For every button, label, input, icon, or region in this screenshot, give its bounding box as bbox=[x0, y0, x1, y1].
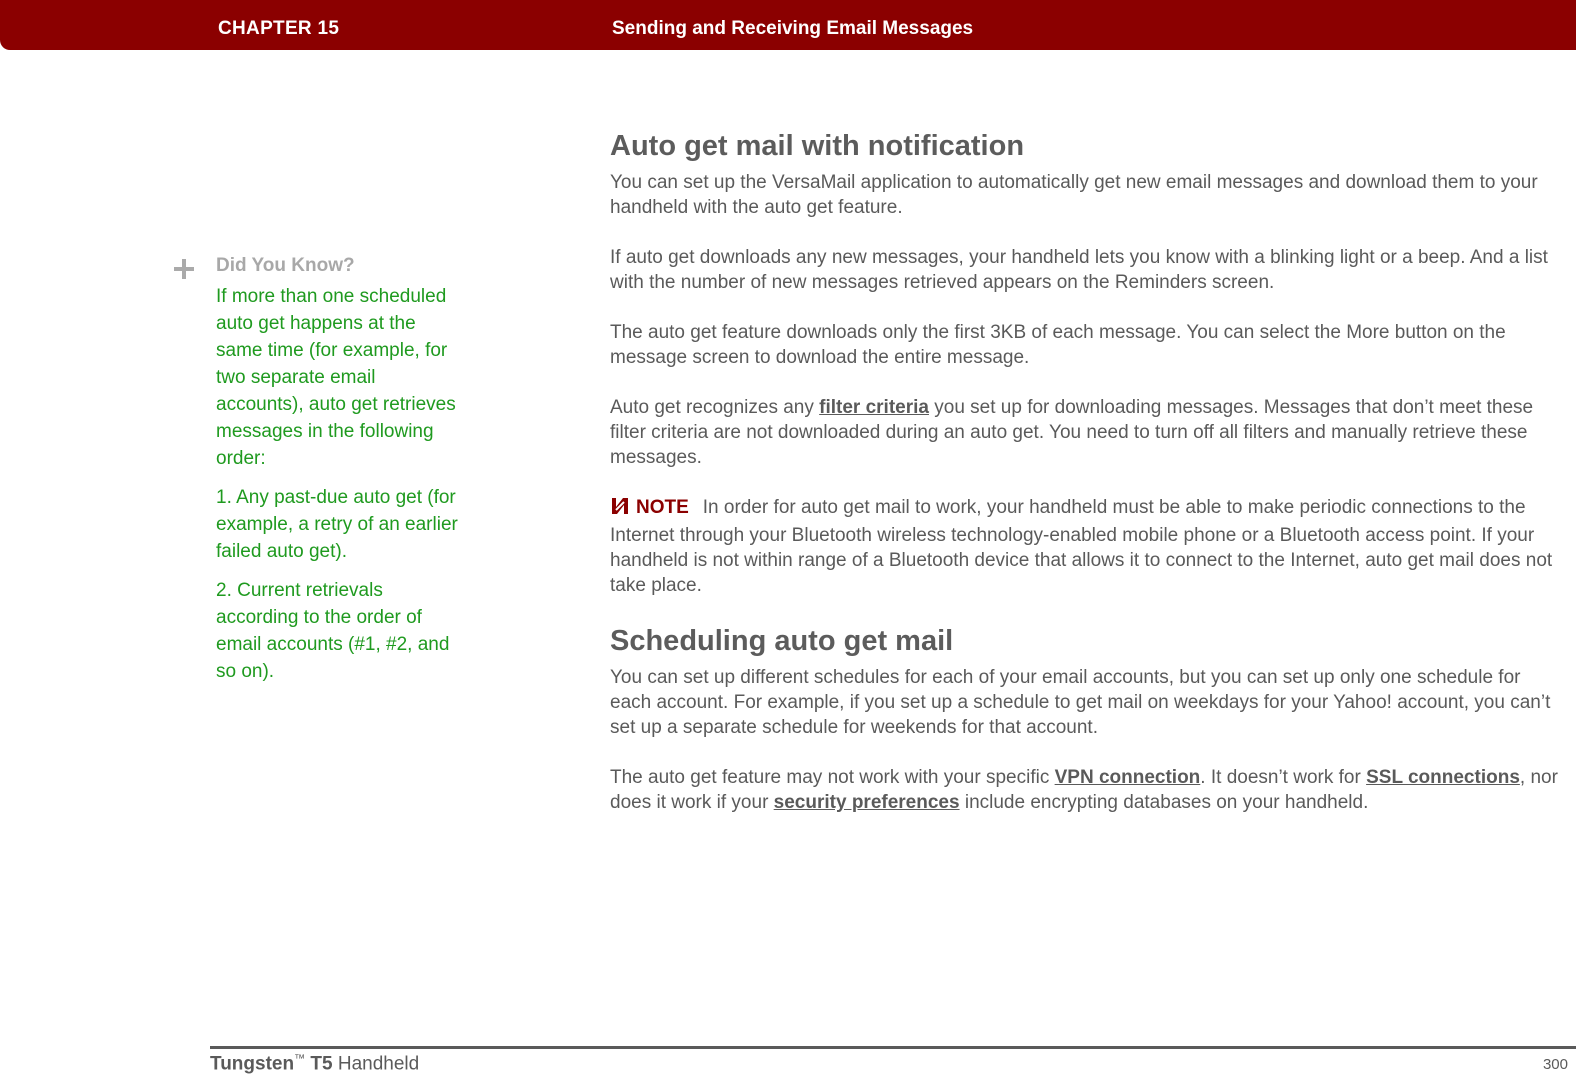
footer-divider bbox=[210, 1046, 1576, 1049]
security-preferences-link[interactable]: security preferences bbox=[774, 792, 960, 813]
sidebar-tip: If more than one scheduled auto get happ… bbox=[216, 283, 466, 697]
product-name: Tungsten bbox=[210, 1053, 295, 1075]
text: The auto get feature may not work with y… bbox=[610, 767, 1055, 788]
plus-icon bbox=[172, 257, 196, 281]
paragraph: You can set up the VersaMail application… bbox=[610, 172, 1538, 218]
ssl-connections-link[interactable]: SSL connections bbox=[1366, 767, 1520, 788]
filter-criteria-link[interactable]: filter criteria bbox=[819, 397, 929, 418]
product-rest: Handheld bbox=[337, 1053, 420, 1075]
section-scheduling: Scheduling auto get mail You can set up … bbox=[610, 623, 1565, 815]
vpn-connection-link[interactable]: VPN connection bbox=[1055, 767, 1201, 788]
paragraph-filter: Auto get recognizes any filter criteria … bbox=[610, 395, 1565, 470]
text: Auto get recognizes any bbox=[610, 397, 820, 418]
note-text: In order for auto get mail to work, your… bbox=[610, 497, 1553, 596]
text: include encrypting databases on your han… bbox=[959, 792, 1369, 813]
note-icon bbox=[610, 496, 630, 523]
section-auto-get-notification: Auto get mail with notification You can … bbox=[610, 128, 1565, 598]
trademark: ™ bbox=[294, 1053, 306, 1065]
note: NOTE In order for auto get mail to work, … bbox=[610, 495, 1565, 598]
note-label: NOTE bbox=[636, 497, 689, 518]
paragraph-vpn: The auto get feature may not work with y… bbox=[610, 765, 1565, 815]
footer-product: Tungsten™ T5 Handheld bbox=[210, 1053, 419, 1075]
paragraph: If auto get downloads any new messages, … bbox=[610, 247, 1548, 293]
page-number: 300 bbox=[1542, 1056, 1568, 1073]
text: . It doesn’t work for bbox=[1200, 767, 1367, 788]
sidebar-title: Did You Know? bbox=[216, 255, 355, 276]
product-model: T5 bbox=[310, 1053, 333, 1075]
section-heading: Scheduling auto get mail bbox=[610, 625, 954, 657]
section-heading: Auto get mail with notification bbox=[610, 130, 1025, 162]
paragraph: You can set up different schedules for e… bbox=[610, 667, 1551, 738]
chapter-title: Sending and Receiving Email Messages bbox=[612, 18, 974, 39]
main-content: Auto get mail with notification You can … bbox=[610, 128, 1565, 840]
chapter-header-bar: CHAPTER 15 Sending and Receiving Email M… bbox=[0, 0, 1576, 50]
paragraph: The auto get feature downloads only the … bbox=[610, 322, 1506, 368]
chapter-number: CHAPTER 15 bbox=[218, 18, 340, 39]
sidebar-paragraph: 2. Current retrievals according to the o… bbox=[216, 580, 450, 682]
sidebar-paragraph: If more than one scheduled auto get happ… bbox=[216, 286, 456, 469]
sidebar-paragraph: 1. Any past-due auto get (for example, a… bbox=[216, 487, 458, 562]
